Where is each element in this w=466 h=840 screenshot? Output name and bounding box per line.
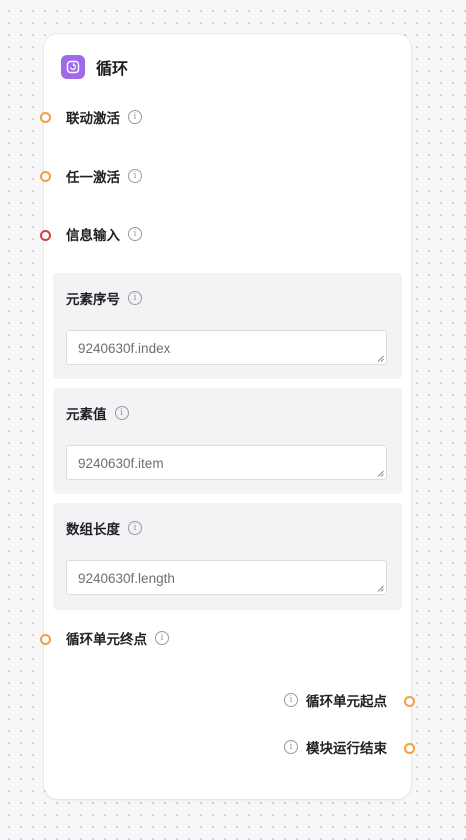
section-header: 数组长度 i — [66, 518, 142, 538]
input-port-info-input[interactable] — [40, 230, 51, 241]
section-label: 数组长度 — [66, 522, 120, 538]
input-row-loop-end: 循环单元终点 i — [66, 628, 169, 648]
input-port-linked-activate[interactable] — [40, 112, 51, 123]
output-label: 模块运行结束 — [306, 741, 387, 757]
element-index-field[interactable]: 9240630f.index — [66, 330, 387, 365]
info-icon[interactable]: i — [128, 169, 142, 183]
loop-icon — [61, 55, 85, 79]
input-label: 循环单元终点 — [66, 632, 147, 648]
output-port-module-finish[interactable] — [404, 743, 415, 754]
info-icon[interactable]: i — [155, 631, 169, 645]
section-header: 元素值 i — [66, 403, 129, 423]
output-row-loop-start: i 循环单元起点 — [284, 690, 387, 710]
input-row-any-activate: 任一激活 i — [66, 166, 142, 186]
input-port-any-activate[interactable] — [40, 171, 51, 182]
input-label: 任一激活 — [66, 170, 120, 186]
section-array-length: 数组长度 i 9240630f.length — [53, 503, 402, 610]
info-icon[interactable]: i — [114, 406, 129, 420]
array-length-field[interactable]: 9240630f.length — [66, 560, 387, 595]
input-row-info-input: 信息输入 i — [66, 224, 142, 244]
section-element-value: 元素值 i 9240630f.item — [53, 388, 402, 494]
info-icon[interactable]: i — [128, 110, 142, 124]
element-value-field[interactable]: 9240630f.item — [66, 445, 387, 480]
output-label: 循环单元起点 — [306, 694, 387, 710]
loop-node-card[interactable]: 循环 联动激活 i 任一激活 i 信息输入 i 元素序号 i 9240630f.… — [40, 34, 415, 799]
section-label: 元素序号 — [66, 292, 120, 308]
resize-grip-icon[interactable] — [377, 355, 384, 362]
section-header: 元素序号 i — [66, 288, 142, 308]
input-port-loop-end[interactable] — [40, 634, 51, 645]
resize-grip-icon[interactable] — [377, 585, 384, 592]
input-row-linked-activate: 联动激活 i — [66, 107, 142, 127]
info-icon[interactable]: i — [128, 291, 142, 305]
field-value: 9240630f.length — [78, 571, 175, 586]
resize-grip-icon[interactable] — [377, 470, 384, 477]
output-port-loop-start[interactable] — [404, 696, 415, 707]
info-icon[interactable]: i — [284, 693, 298, 707]
field-value: 9240630f.index — [78, 341, 171, 356]
section-label: 元素值 — [66, 407, 107, 423]
node-title: 循环 — [96, 59, 129, 78]
field-value: 9240630f.item — [78, 456, 164, 471]
node-header: 循环 — [61, 55, 128, 79]
info-icon[interactable]: i — [128, 227, 142, 241]
info-icon[interactable]: i — [128, 521, 142, 535]
input-label: 联动激活 — [66, 111, 120, 127]
section-element-index: 元素序号 i 9240630f.index — [53, 273, 402, 379]
info-icon[interactable]: i — [284, 740, 298, 754]
input-label: 信息输入 — [66, 228, 120, 244]
output-row-module-finish: i 模块运行结束 — [284, 737, 387, 757]
